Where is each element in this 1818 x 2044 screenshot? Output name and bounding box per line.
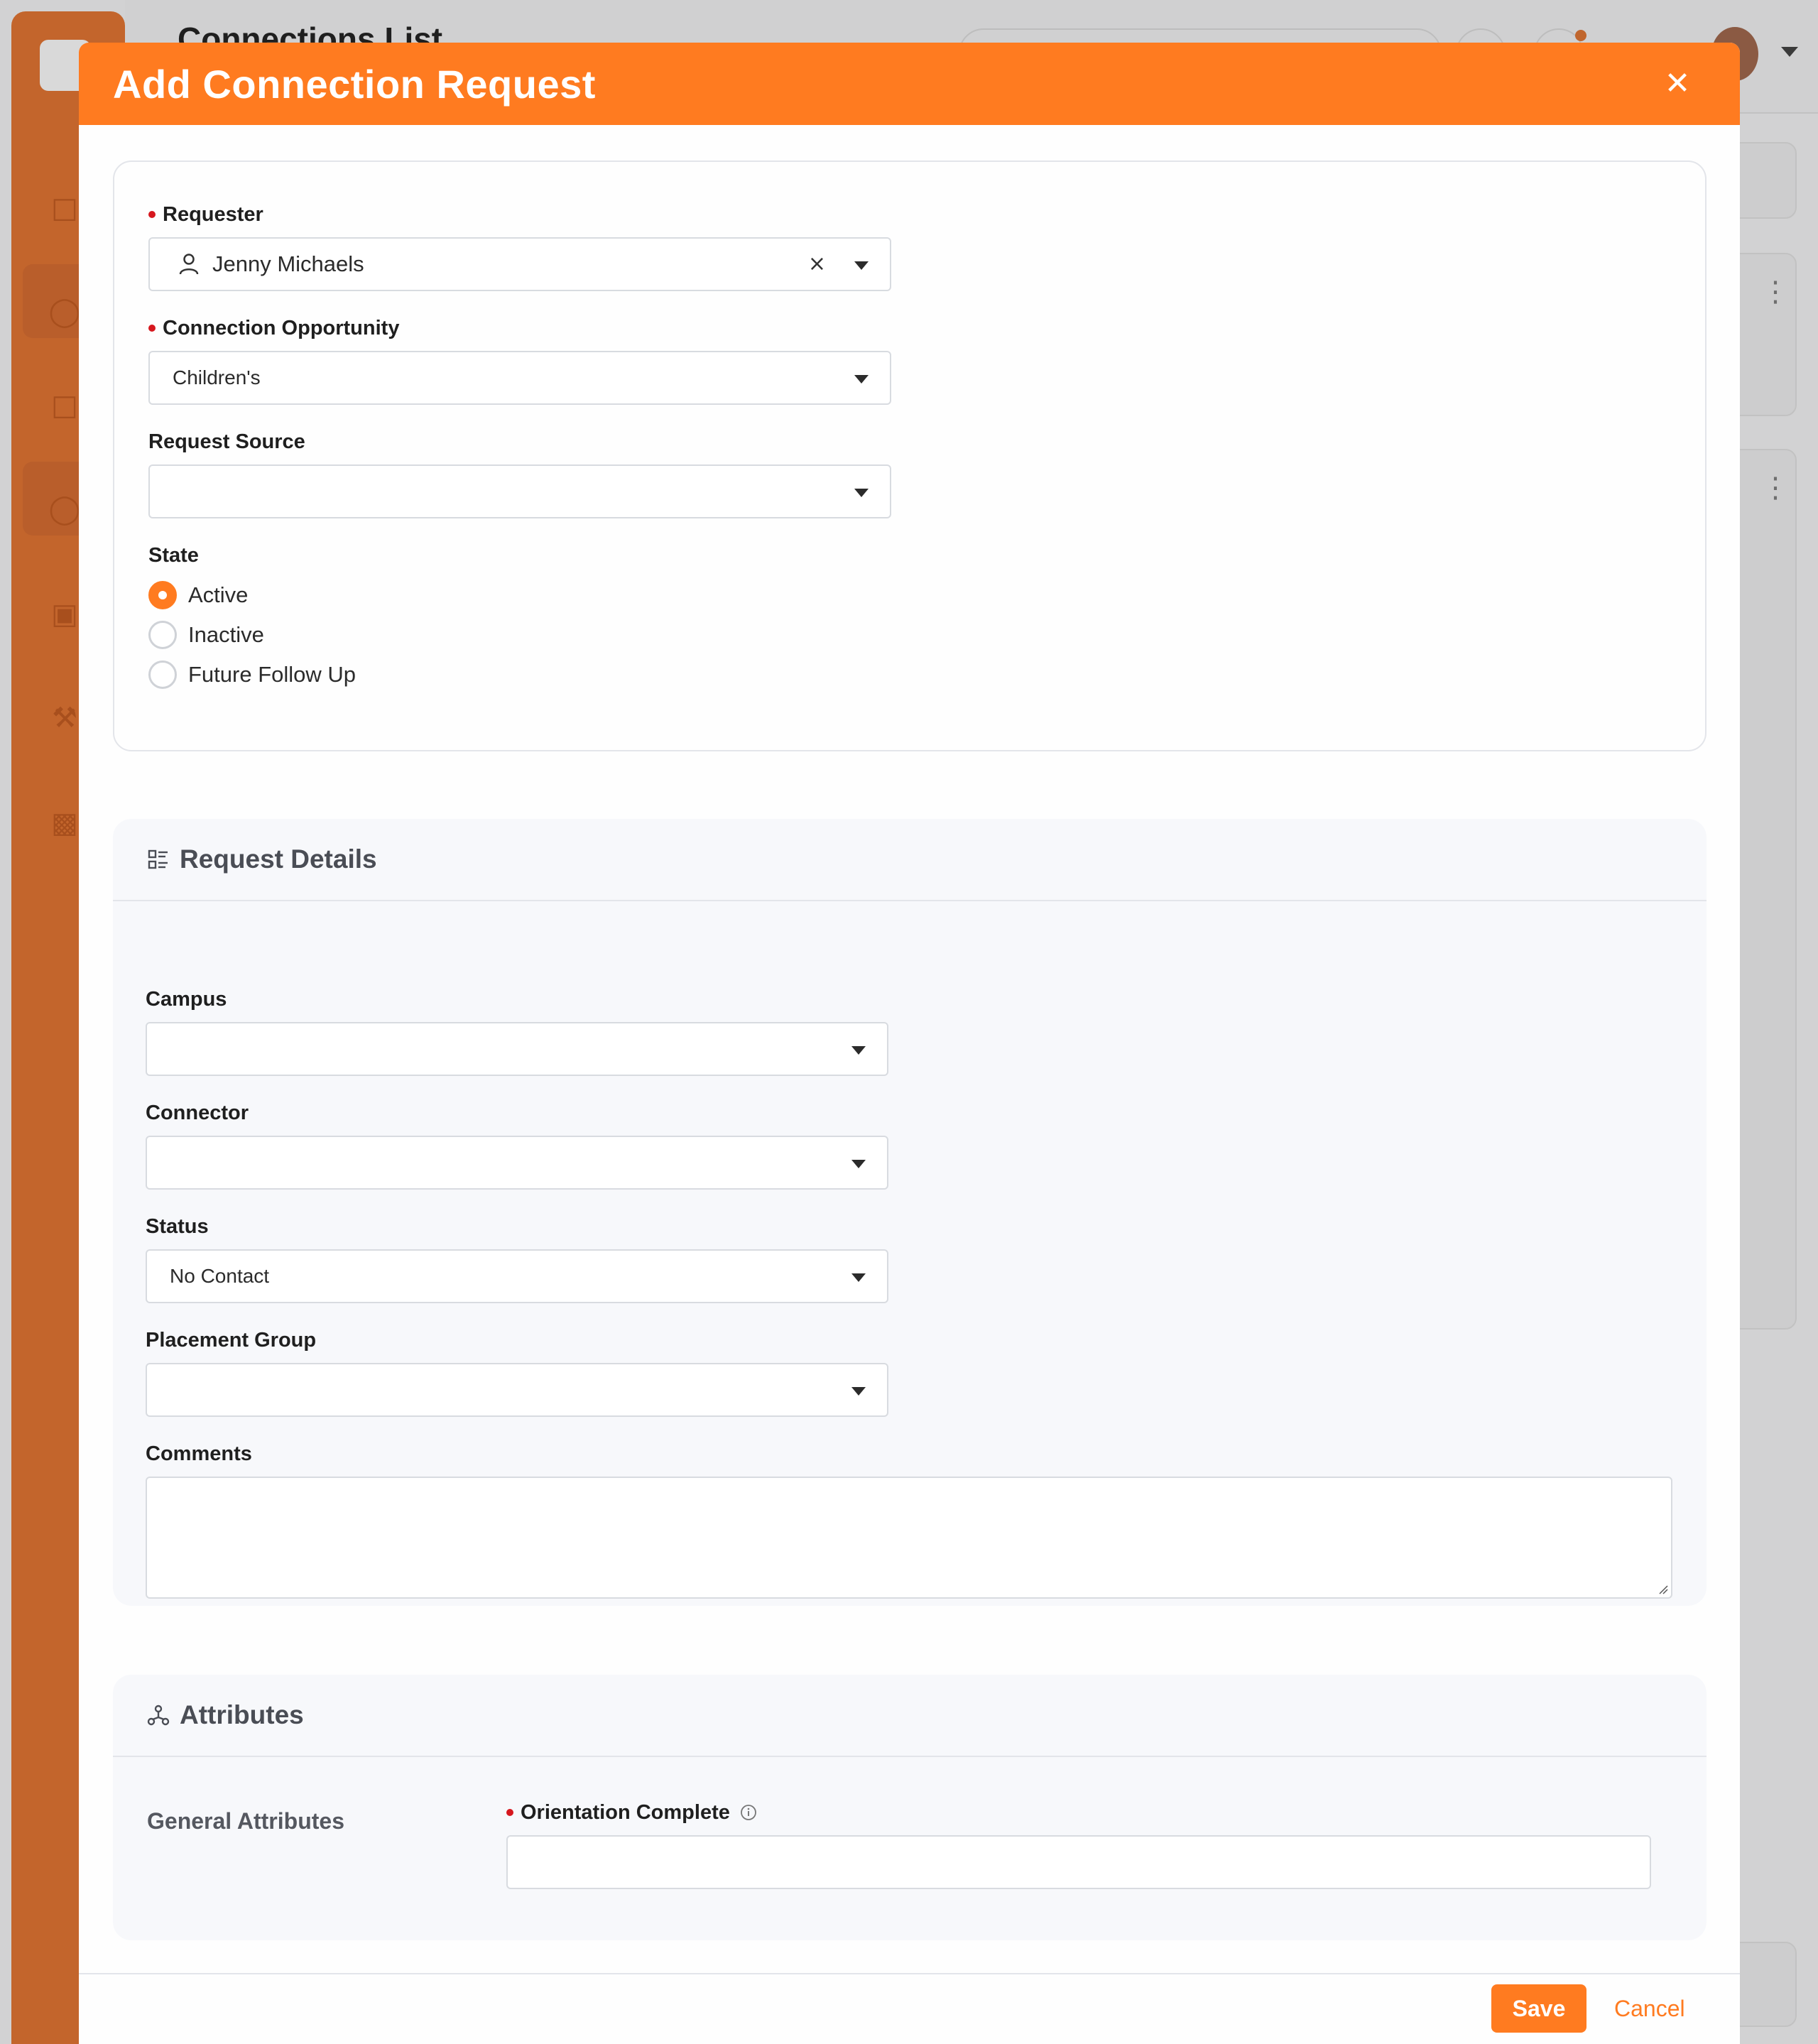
info-icon[interactable] — [740, 1804, 757, 1821]
resize-handle-icon[interactable] — [1657, 1583, 1668, 1594]
chevron-down-icon[interactable] — [851, 1387, 866, 1396]
connection-opportunity-label-text: Connection Opportunity — [163, 317, 400, 339]
connector-select[interactable] — [146, 1136, 888, 1190]
campus-label: Campus — [146, 988, 227, 1011]
placement-group-field: Placement Group — [146, 1327, 888, 1417]
connection-opportunity-field: Connection Opportunity Children's — [148, 315, 891, 405]
modal-header: Add Connection Request ✕ — [79, 43, 1740, 125]
finance-icon[interactable]: ▣ — [48, 598, 81, 631]
state-option-label: Inactive — [188, 622, 264, 647]
required-indicator — [148, 211, 156, 218]
request-details-title: Request Details — [180, 844, 377, 874]
comments-field: Comments — [146, 1441, 1672, 1599]
kebab-menu-icon[interactable]: ⋮ — [1761, 474, 1790, 502]
person-icon[interactable]: ◯ — [48, 493, 81, 526]
chevron-down-icon[interactable] — [854, 375, 869, 384]
chevron-down-icon[interactable] — [854, 261, 869, 270]
connection-opportunity-select[interactable]: Children's — [148, 351, 891, 405]
state-field: State Active Inactive Future Follow Up — [148, 543, 891, 695]
kebab-menu-icon[interactable]: ⋮ — [1761, 278, 1790, 306]
status-label: Status — [146, 1215, 209, 1238]
comments-label: Comments — [146, 1442, 252, 1465]
connection-opportunity-value: Children's — [173, 366, 261, 388]
requester-label: Requester — [148, 202, 891, 227]
modal-footer: Save Cancel — [79, 1973, 1740, 2044]
person-icon — [179, 254, 199, 275]
requester-label-text: Requester — [163, 203, 263, 226]
chevron-down-icon[interactable] — [851, 1160, 866, 1168]
radio-button[interactable] — [148, 661, 177, 689]
chevron-down-icon[interactable] — [1781, 47, 1798, 57]
close-icon[interactable]: ✕ — [1662, 68, 1693, 99]
add-connection-request-modal: Add Connection Request ✕ Requester Jenny… — [79, 43, 1740, 2044]
request-source-select[interactable] — [148, 464, 891, 518]
state-label: State — [148, 544, 199, 567]
connection-main-card: Requester Jenny Michaels × Connection Op… — [113, 161, 1707, 751]
radio-button[interactable] — [148, 621, 177, 649]
requester-value: Jenny Michaels — [212, 251, 364, 276]
wrench-icon[interactable]: ⚒ — [48, 702, 81, 734]
campus-select[interactable] — [146, 1022, 888, 1076]
notification-dot — [1575, 30, 1586, 41]
state-option-future-follow-up[interactable]: Future Follow Up — [148, 655, 891, 695]
chevron-down-icon[interactable] — [851, 1046, 866, 1055]
orientation-complete-label-text: Orientation Complete — [521, 1801, 730, 1824]
modal-title: Add Connection Request — [113, 61, 596, 107]
status-select[interactable]: No Contact — [146, 1249, 888, 1303]
request-details-header: Request Details — [113, 819, 1707, 901]
orientation-complete-input[interactable] — [506, 1835, 1651, 1889]
request-details-panel: Request Details Campus Connector Status … — [113, 819, 1707, 1606]
chevron-down-icon[interactable] — [851, 1273, 866, 1282]
requester-field: Requester Jenny Michaels × — [148, 202, 891, 291]
status-value: No Contact — [170, 1265, 270, 1287]
required-indicator — [148, 325, 156, 332]
chevron-down-icon[interactable] — [854, 489, 869, 497]
state-radio-group: Active Inactive Future Follow Up — [148, 575, 891, 695]
campus-field: Campus — [146, 986, 888, 1076]
state-option-active[interactable]: Active — [148, 575, 891, 615]
list-details-icon — [148, 849, 168, 869]
briefcase-icon[interactable]: ▩ — [48, 807, 81, 839]
general-attributes-label: General Attributes — [147, 1808, 344, 1834]
placement-group-select[interactable] — [146, 1363, 888, 1417]
connection-opportunity-label: Connection Opportunity — [148, 315, 891, 341]
book-icon[interactable]: □ — [48, 389, 81, 422]
required-indicator — [506, 1809, 513, 1816]
attributes-header: Attributes — [113, 1675, 1707, 1757]
book-icon[interactable]: □ — [48, 192, 81, 224]
orientation-complete-field: Orientation Complete — [506, 1800, 1651, 1889]
comments-textarea[interactable] — [146, 1477, 1672, 1599]
save-button[interactable]: Save — [1491, 1984, 1586, 2033]
placement-group-label: Placement Group — [146, 1329, 317, 1352]
state-option-label: Future Follow Up — [188, 662, 356, 687]
connector-label: Connector — [146, 1102, 249, 1124]
attributes-title: Attributes — [180, 1700, 304, 1729]
clear-icon[interactable]: × — [808, 251, 826, 277]
request-source-field: Request Source — [148, 429, 891, 518]
cancel-button[interactable]: Cancel — [1614, 1984, 1685, 2033]
connector-field: Connector — [146, 1100, 888, 1190]
person-icon[interactable]: ◯ — [48, 295, 81, 328]
attributes-panel: Attributes General Attributes Orientatio… — [113, 1675, 1707, 1940]
orientation-complete-label: Orientation Complete — [506, 1800, 1651, 1825]
status-field: Status No Contact — [146, 1214, 888, 1303]
request-source-label: Request Source — [148, 430, 305, 453]
requester-picker[interactable]: Jenny Michaels × — [148, 237, 891, 291]
state-option-label: Active — [188, 582, 249, 607]
radio-button-checked[interactable] — [148, 581, 177, 609]
attributes-icon — [147, 1705, 170, 1726]
state-option-inactive[interactable]: Inactive — [148, 615, 891, 655]
